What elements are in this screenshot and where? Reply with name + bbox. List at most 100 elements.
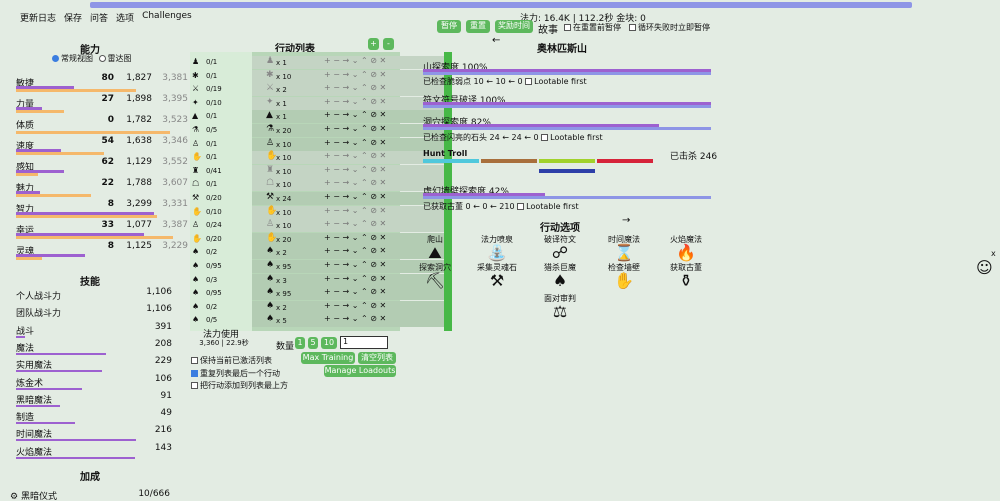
- action-option-icon[interactable]: ✋: [609, 271, 639, 290]
- action-controls[interactable]: + − → ⌄ ⌃ ⊘ ✕: [324, 233, 386, 242]
- action-row[interactable]: ♜ 0/41 ♜ x 10 + − → ⌄ ⌃ ⊘ ✕: [190, 165, 400, 178]
- action-option-icon[interactable]: ⚱: [671, 271, 701, 290]
- pause-button[interactable]: 暂停: [437, 20, 461, 33]
- action-option-icon[interactable]: ⚖: [545, 302, 575, 321]
- action-option-icon[interactable]: ⛰: [420, 243, 450, 263]
- next-town-arrow-icon[interactable]: →: [622, 215, 630, 226]
- action-row[interactable]: ⚗ 0/5 ⚗ x 20 + − → ⌄ ⌃ ⊘ ✕: [190, 124, 400, 137]
- action-controls[interactable]: + − → ⌄ ⌃ ⊘ ✕: [324, 97, 386, 106]
- action-row[interactable]: ✱ 0/1 ✱ x 10 + − → ⌄ ⌃ ⊘ ✕: [190, 70, 400, 83]
- action-controls[interactable]: + − → ⌄ ⌃ ⊘ ✕: [324, 219, 386, 228]
- max-training-button[interactable]: Max Training: [301, 352, 355, 364]
- keep-active-checkbox[interactable]: [191, 357, 198, 364]
- action-controls[interactable]: + − → ⌄ ⌃ ⊘ ✕: [324, 178, 386, 187]
- manage-loadouts-button[interactable]: Manage Loadouts: [324, 365, 396, 377]
- add-to-top-checkbox[interactable]: [191, 382, 198, 389]
- qty-1-button[interactable]: 1: [295, 337, 305, 349]
- action-controls[interactable]: + − → ⌄ ⌃ ⊘ ✕: [324, 165, 386, 174]
- stat-row[interactable]: 速度 54 1,638 3,346: [16, 136, 188, 156]
- action-row[interactable]: ✦ 0/10 ✦ x 1 + − → ⌄ ⌃ ⊘ ✕: [190, 97, 400, 110]
- add-to-top-option[interactable]: 把行动添加到列表最上方: [191, 380, 288, 391]
- action-controls[interactable]: + − → ⌄ ⌃ ⊘ ✕: [324, 274, 386, 283]
- action-controls[interactable]: + − → ⌄ ⌃ ⊘ ✕: [324, 124, 386, 133]
- action-controls[interactable]: + − → ⌄ ⌃ ⊘ ✕: [324, 56, 386, 65]
- action-controls[interactable]: + − → ⌄ ⌃ ⊘ ✕: [324, 70, 386, 79]
- action-row[interactable]: ☖ 0/1 ☖ x 10 + − → ⌄ ⌃ ⊘ ✕: [190, 178, 400, 191]
- stat-level: 54: [101, 136, 114, 146]
- stat-row[interactable]: 智力 8 3,299 3,331: [16, 199, 188, 219]
- qty-10-button[interactable]: 10: [321, 337, 337, 349]
- action-row[interactable]: ♙ 0/24 ♙ x 10 + − → ⌄ ⌃ ⊘ ✕: [190, 219, 400, 232]
- action-option-icon[interactable]: ☍: [545, 243, 575, 262]
- menu-challenges[interactable]: Challenges: [142, 11, 192, 24]
- action-controls[interactable]: + − → ⌄ ⌃ ⊘ ✕: [324, 151, 386, 160]
- stat-row[interactable]: 力量 27 1,898 3,395: [16, 94, 188, 114]
- keep-active-option[interactable]: 保持当前已激活列表: [191, 355, 272, 366]
- story-link[interactable]: 故事: [538, 21, 558, 36]
- action-row[interactable]: ♠ 0/3 ♠ x 3 + − → ⌄ ⌃ ⊘ ✕: [190, 274, 400, 287]
- pause-on-restart-checkbox[interactable]: [564, 24, 571, 31]
- collapse-button[interactable]: -: [383, 38, 394, 50]
- stat-row[interactable]: 感知 62 1,129 3,552: [16, 157, 188, 177]
- action-option-icon[interactable]: ♠: [545, 271, 575, 290]
- qty-5-button[interactable]: 5: [308, 337, 318, 349]
- action-row[interactable]: ♠ 0/95 ♠ x 95 + − → ⌄ ⌃ ⊘ ✕: [190, 287, 400, 300]
- repeat-last-option[interactable]: 重复列表最后一个行动: [191, 368, 280, 379]
- prev-town-arrow-icon[interactable]: ←: [492, 35, 500, 46]
- radio-normal-view[interactable]: [52, 55, 59, 62]
- menu-faq[interactable]: 问答: [90, 11, 108, 24]
- action-controls[interactable]: + − → ⌄ ⌃ ⊘ ✕: [324, 314, 386, 323]
- clear-list-button[interactable]: 清空列表: [358, 352, 396, 364]
- action-option-icon[interactable]: ⛲: [482, 243, 512, 262]
- menu-options[interactable]: 选项: [116, 11, 134, 24]
- action-row[interactable]: ♙ 0/1 ♙ x 10 + − → ⌄ ⌃ ⊘ ✕: [190, 138, 400, 151]
- action-row[interactable]: ♠ 0/2 ♠ x 2 + − → ⌄ ⌃ ⊘ ✕: [190, 301, 400, 314]
- action-row[interactable]: ♟ 0/1 ♟ x 1 + − → ⌄ ⌃ ⊘ ✕: [190, 56, 400, 69]
- stat-row[interactable]: 敏捷 80 1,827 3,381: [16, 73, 188, 93]
- action-row[interactable]: ♠ 0/95 ♠ x 95 + − → ⌄ ⌃ ⊘ ✕: [190, 260, 400, 273]
- stat-row[interactable]: 灵魂 8 1,125 3,229: [16, 241, 188, 261]
- pause-on-restart-option[interactable]: 在重置前暂停: [564, 22, 621, 33]
- action-controls[interactable]: + − → ⌄ ⌃ ⊘ ✕: [324, 301, 386, 310]
- action-row[interactable]: ▲ 0/1 ▲ x 1 + − → ⌄ ⌃ ⊘ ✕: [190, 110, 400, 123]
- action-controls[interactable]: + − → ⌄ ⌃ ⊘ ✕: [324, 110, 386, 119]
- action-controls[interactable]: + − → ⌄ ⌃ ⊘ ✕: [324, 246, 386, 255]
- lootable-checkbox-1[interactable]: [525, 78, 533, 85]
- stat-row[interactable]: 魅力 22 1,788 3,607: [16, 178, 188, 198]
- action-controls[interactable]: + − → ⌄ ⌃ ⊘ ✕: [324, 83, 386, 92]
- action-controls[interactable]: + − → ⌄ ⌃ ⊘ ✕: [324, 138, 386, 147]
- menu-changelog[interactable]: 更新日志: [20, 11, 56, 24]
- action-row[interactable]: ⚔ 0/19 ⚔ x 2 + − → ⌄ ⌃ ⊘ ✕: [190, 83, 400, 96]
- action-row[interactable]: ♠ 0/5 ♠ x 5 + − → ⌄ ⌃ ⊘ ✕: [190, 314, 400, 327]
- action-option-icon[interactable]: ⚒: [482, 271, 512, 290]
- action-controls[interactable]: + − → ⌄ ⌃ ⊘ ✕: [324, 260, 386, 269]
- action-icon: ♠: [192, 274, 200, 284]
- radio-radar-view[interactable]: [98, 55, 106, 62]
- action-option-icon[interactable]: ⛏: [420, 271, 450, 290]
- support-avatar-icon[interactable]: ☺: [976, 258, 993, 277]
- close-icon[interactable]: x: [991, 249, 996, 258]
- expand-button[interactable]: +: [368, 38, 379, 50]
- action-controls[interactable]: + − → ⌄ ⌃ ⊘ ✕: [324, 206, 386, 215]
- action-row[interactable]: ✋ 0/1 ✋ x 10 + − → ⌄ ⌃ ⊘ ✕: [190, 151, 400, 164]
- action-row[interactable]: ♠ 0/2 ♠ x 2 + − → ⌄ ⌃ ⊘ ✕: [190, 246, 400, 259]
- stat-row[interactable]: 幸运 33 1,077 3,387: [16, 220, 188, 240]
- action-row[interactable]: ✋ 0/20 ✋ x 20 + − → ⌄ ⌃ ⊘ ✕: [190, 233, 400, 246]
- quantity-input[interactable]: 1: [340, 336, 388, 349]
- action-row[interactable]: ✋ 0/10 ✋ x 10 + − → ⌄ ⌃ ⊘ ✕: [190, 206, 400, 219]
- pause-on-fail-checkbox[interactable]: [629, 24, 636, 31]
- repeat-last-checkbox[interactable]: [191, 370, 198, 377]
- lootable-checkbox-2[interactable]: [541, 134, 549, 141]
- stat-row[interactable]: 体质 0 1,782 3,523: [16, 115, 188, 135]
- pause-on-fail-option[interactable]: 循环失败时立即暂停: [629, 22, 710, 33]
- action-controls[interactable]: + − → ⌄ ⌃ ⊘ ✕: [324, 287, 386, 296]
- action-row[interactable]: ⚒ 0/20 ⚒ x 24 + − → ⌄ ⌃ ⊘ ✕: [190, 192, 400, 205]
- action-option-icon[interactable]: ⌛: [609, 243, 639, 262]
- menu-save[interactable]: 保存: [64, 11, 82, 24]
- lootable-checkbox-3[interactable]: [517, 203, 525, 210]
- action-option-icon[interactable]: 🔥: [671, 243, 701, 262]
- restart-button[interactable]: 重置: [466, 20, 490, 33]
- skill-row: 炼金术 106: [16, 374, 172, 391]
- action-controls[interactable]: + − → ⌄ ⌃ ⊘ ✕: [324, 192, 386, 201]
- bonus-time-button[interactable]: 奖励时间: [495, 20, 533, 33]
